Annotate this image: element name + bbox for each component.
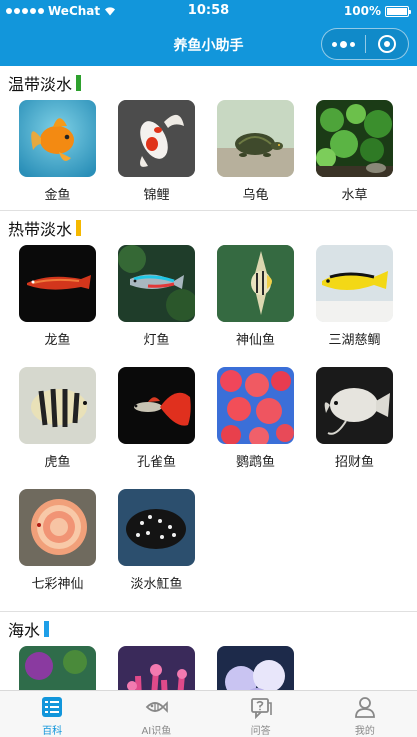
more-options-icon[interactable] [322, 29, 365, 59]
status-bar: WeChat 10:58 100% [0, 0, 417, 24]
tab-qa[interactable]: 问答 [209, 691, 313, 737]
category-label: 金鱼 [44, 188, 71, 203]
section-accent-bar [44, 621, 50, 637]
category-label: 乌龟 [242, 188, 269, 203]
category-label: 三湖慈鲷 [328, 333, 381, 348]
tetra-image [118, 245, 195, 322]
category-item[interactable]: 鹦鹉鱼 [217, 367, 316, 489]
close-mini-program-icon[interactable] [366, 29, 408, 59]
nav-bar: 养鱼小助手 [0, 24, 417, 66]
tab-label: AI识鱼 [141, 726, 172, 737]
category-label: 虎鱼 [44, 455, 71, 470]
main-content[interactable]: 温带淡水 金鱼 锦鲤 乌龟 水草 热带淡水 龙鱼 灯鱼 神仙鱼 三湖慈鲷 虎鱼 … [0, 66, 417, 690]
mini-program-capsule [321, 28, 409, 60]
section-accent-bar [76, 75, 82, 91]
parrot-fish-image [217, 367, 294, 444]
qa-icon [249, 695, 273, 720]
category-item[interactable] [217, 646, 316, 690]
category-label: 灯鱼 [143, 333, 170, 348]
category-item[interactable]: 孔雀鱼 [118, 367, 217, 489]
tab-ai-fish-id[interactable]: AI识鱼 [104, 691, 208, 737]
category-item[interactable]: 水草 [316, 100, 415, 210]
category-item[interactable]: 神仙鱼 [217, 245, 316, 367]
guppy-image [118, 367, 195, 444]
section-saltwater: 海水 [0, 612, 417, 690]
section-accent-bar [76, 220, 82, 236]
section-header: 热带淡水 [0, 211, 417, 245]
category-label: 水草 [341, 188, 368, 203]
discus-image [19, 489, 96, 566]
tab-label: 问答 [250, 726, 271, 737]
category-label: 招财鱼 [334, 455, 374, 470]
section-title: 热带淡水 [8, 220, 73, 239]
category-label: 孔雀鱼 [136, 455, 176, 470]
section-header: 海水 [0, 612, 417, 646]
category-item[interactable]: 锦鲤 [118, 100, 217, 210]
category-item[interactable]: 金鱼 [19, 100, 118, 210]
tab-encyclopedia[interactable]: 百科 [0, 691, 104, 737]
profile-icon [353, 695, 377, 719]
koi-image [118, 100, 195, 177]
section-tropical-freshwater: 热带淡水 龙鱼 灯鱼 神仙鱼 三湖慈鲷 虎鱼 孔雀鱼 鹦鹉鱼 招财鱼 七彩神仙 … [0, 211, 417, 611]
category-item[interactable]: 乌龟 [217, 100, 316, 210]
turtle-image [217, 100, 294, 177]
tab-label: 百科 [42, 726, 63, 737]
arowana-image [19, 245, 96, 322]
category-item[interactable]: 龙鱼 [19, 245, 118, 367]
goldfish-image [19, 100, 96, 177]
category-label: 龙鱼 [44, 333, 71, 348]
section-title: 海水 [8, 621, 41, 640]
tab-label: 我的 [354, 726, 375, 737]
battery-icon [385, 5, 411, 17]
category-item[interactable]: 淡水魟鱼 [118, 489, 217, 611]
tab-profile[interactable]: 我的 [313, 691, 417, 737]
cichlid-image [316, 245, 393, 322]
coral-image [118, 646, 195, 690]
category-item[interactable]: 灯鱼 [118, 245, 217, 367]
category-label: 七彩神仙 [31, 577, 84, 592]
fish-scan-icon [144, 695, 169, 719]
aquatic-plants-image [316, 100, 393, 177]
category-label: 淡水魟鱼 [130, 577, 183, 592]
category-item[interactable]: 招财鱼 [316, 367, 415, 489]
section-temperate-freshwater: 温带淡水 金鱼 锦鲤 乌龟 水草 [0, 66, 417, 210]
encyclopedia-icon [40, 695, 64, 719]
stingray-image [118, 489, 195, 566]
gourami-image [316, 367, 393, 444]
anemone-image [217, 646, 294, 690]
category-item[interactable] [19, 646, 118, 690]
battery-percent: 100% [343, 4, 381, 18]
category-item[interactable]: 七彩神仙 [19, 489, 118, 611]
category-item[interactable] [118, 646, 217, 690]
section-header: 温带淡水 [0, 66, 417, 100]
category-label: 鹦鹉鱼 [235, 455, 275, 470]
section-title: 温带淡水 [8, 75, 73, 94]
tiger-fish-image [19, 367, 96, 444]
category-item[interactable]: 三湖慈鲷 [316, 245, 415, 367]
category-label: 锦鲤 [143, 188, 170, 203]
category-item[interactable]: 虎鱼 [19, 367, 118, 489]
angelfish-image [217, 245, 294, 322]
category-label: 神仙鱼 [235, 333, 275, 348]
tab-bar: 百科 AI识鱼 问答 我的 [0, 690, 417, 737]
clownfish-image [19, 646, 96, 690]
